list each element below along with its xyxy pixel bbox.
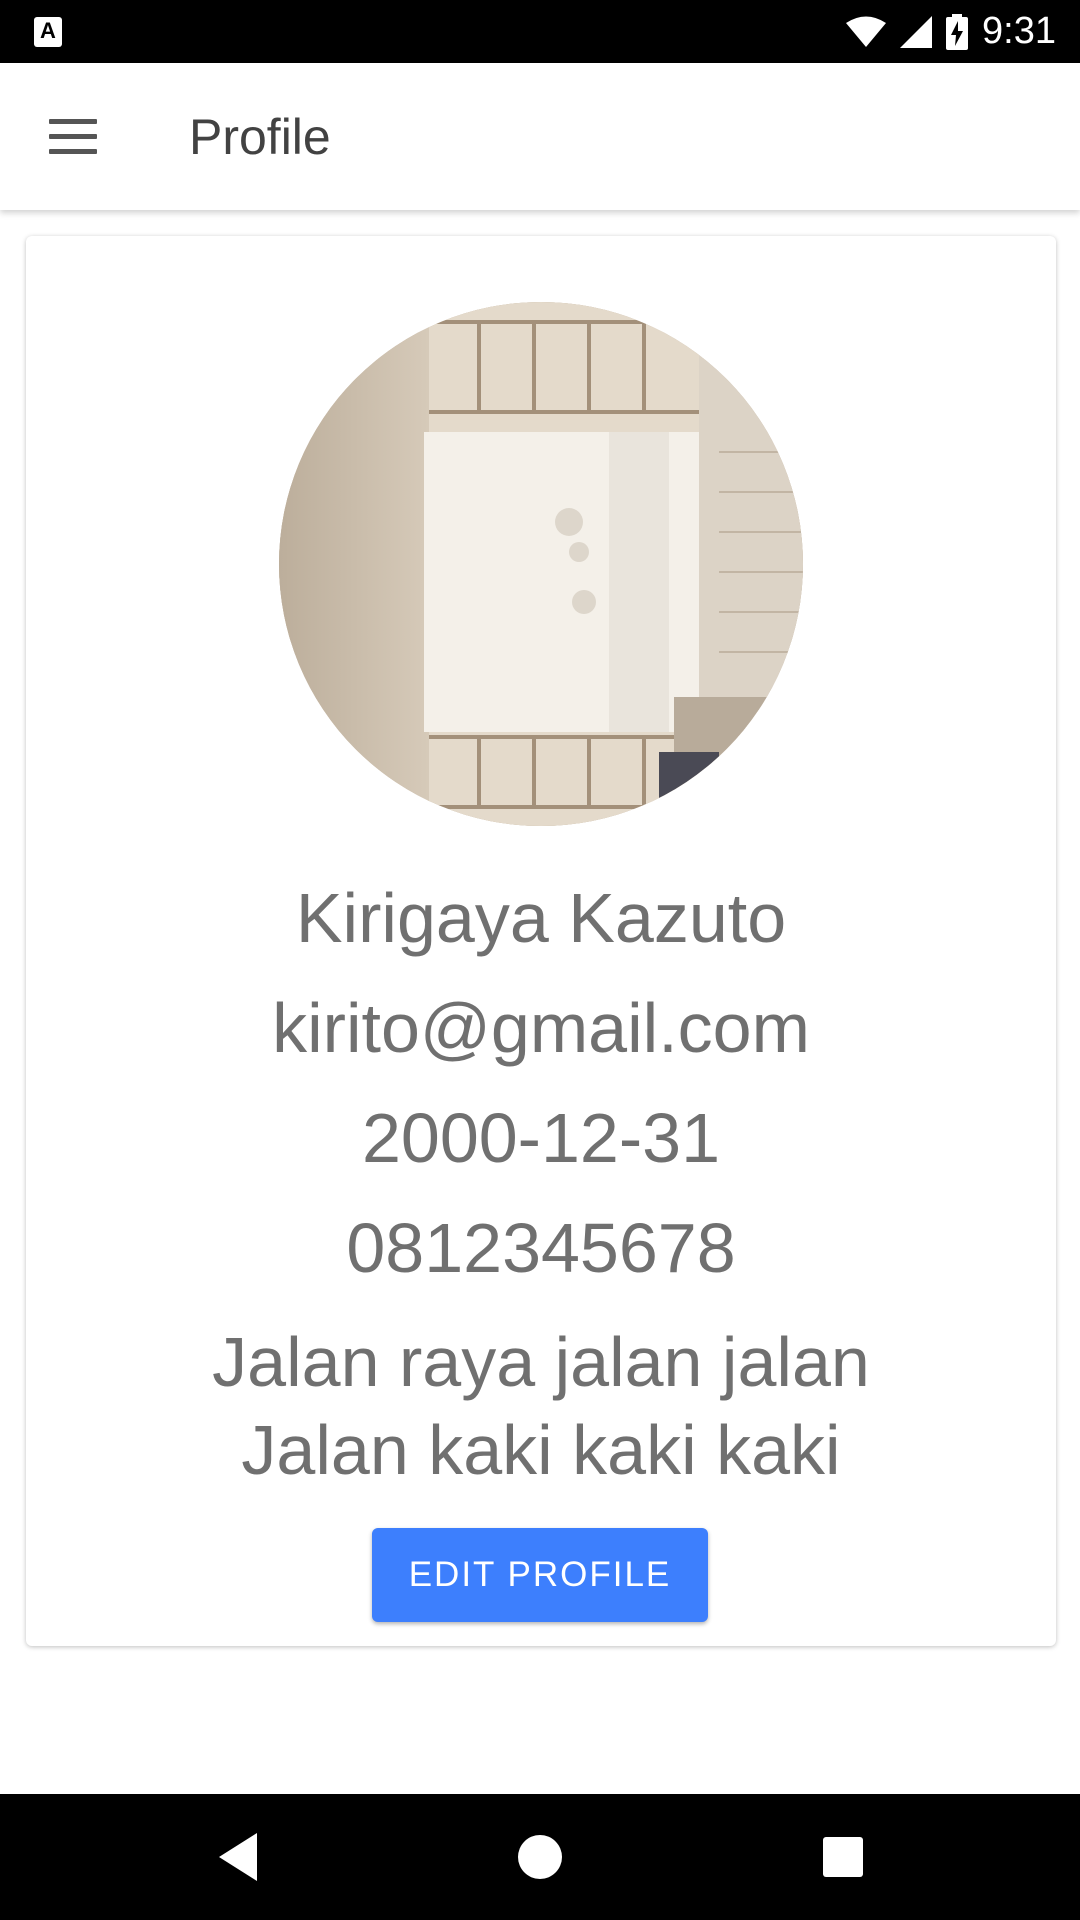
profile-phone: 0812345678 (346, 1209, 736, 1287)
edit-profile-button[interactable]: EDIT PROFILE (372, 1528, 708, 1622)
hamburger-menu-icon[interactable] (46, 113, 100, 161)
profile-birth-date: 2000-12-31 (361, 1099, 721, 1177)
profile-address: Jalan raya jalan jalan Jalan kaki kaki k… (212, 1323, 870, 1489)
profile-avatar (279, 302, 803, 826)
battery-charging-icon (946, 13, 969, 50)
status-icons: 9:31 (846, 0, 1056, 63)
profile-card: Kirigaya Kazuto kirito@gmail.com 2000-12… (26, 236, 1056, 1646)
status-time: 9:31 (982, 10, 1056, 52)
profile-photo (279, 302, 803, 826)
page-title: Profile (189, 109, 331, 165)
notification-icon: A (34, 17, 62, 47)
home-circle-icon[interactable] (513, 1830, 567, 1884)
navigation-bar (0, 1794, 1080, 1920)
app-bar: Profile (0, 63, 1080, 210)
wifi-icon (846, 16, 887, 47)
back-triangle-icon[interactable] (213, 1830, 267, 1884)
recent-apps-square-icon[interactable] (816, 1830, 870, 1884)
profile-email: kirito@gmail.com (272, 989, 810, 1067)
profile-name: Kirigaya Kazuto (295, 879, 787, 957)
status-bar: A 9:31 (0, 0, 1080, 63)
cell-signal-icon (900, 15, 933, 48)
